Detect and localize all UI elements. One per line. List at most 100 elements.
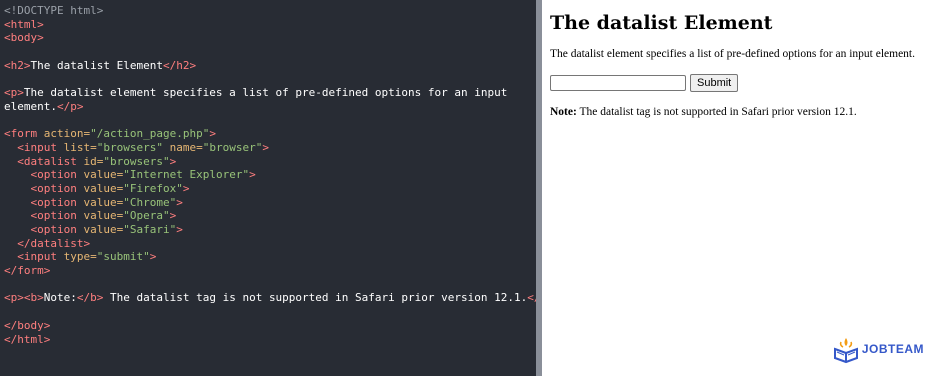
code-line[interactable]: <option value="Opera">: [4, 209, 536, 223]
code-line[interactable]: </body>: [4, 319, 536, 333]
code-token-val: "browsers": [103, 154, 170, 168]
note-label: Note:: [550, 106, 577, 118]
code-token-attr: name=: [162, 140, 203, 154]
code-token-attr: value=: [83, 195, 124, 209]
code-token-tag: >: [176, 195, 183, 209]
result-pane: The datalist Element The datalist elemen…: [542, 0, 946, 376]
code-token-val: "/action_page.php": [90, 127, 210, 141]
code-token-attr: value=: [83, 209, 124, 223]
code-line[interactable]: <body>: [4, 31, 536, 45]
code-line[interactable]: element.</p>: [4, 100, 536, 114]
code-token-tag: >: [149, 250, 157, 264]
code-line[interactable]: ​: [4, 278, 536, 292]
code-line[interactable]: </form>: [4, 264, 536, 278]
code-token-tag: >: [176, 223, 183, 236]
code-token-attr: type=: [63, 250, 97, 264]
code-token-tag: </html>: [4, 332, 51, 346]
code-token-text: The datalist tag is not supported in Saf…: [103, 291, 528, 305]
code-token-tag: <datalist: [17, 154, 84, 168]
code-token-tag: <body>: [4, 31, 44, 45]
code-token-val: "submit": [96, 250, 150, 264]
submit-button[interactable]: Submit: [690, 74, 739, 92]
code-line[interactable]: <option value="Safari">: [4, 223, 536, 237]
code-line[interactable]: <h2>The datalist Element</h2>: [4, 59, 536, 73]
code-line[interactable]: ​: [4, 114, 536, 128]
code-token-attr: value=: [83, 168, 124, 182]
code-token-text: The datalist element specifies a list of…: [23, 86, 508, 100]
code-token-doctype: <!DOCTYPE html>: [4, 4, 104, 17]
code-token-attr: value=: [83, 181, 124, 195]
code-token-attr: id=: [83, 154, 104, 168]
code-token-tag: >: [209, 127, 216, 141]
result-note: Note: The datalist tag is not supported …: [550, 106, 946, 118]
code-token-tag: <option: [30, 223, 84, 236]
code-token-tag: </form>: [4, 264, 51, 278]
code-token-tag: </h2>: [162, 58, 197, 72]
code-token-tag: <option: [30, 181, 84, 195]
code-line[interactable]: <html>: [4, 18, 536, 32]
code-token-tag: <option: [30, 168, 84, 182]
code-token-tag: <p><b>: [4, 291, 44, 305]
code-line[interactable]: <p>The datalist element specifies a list…: [4, 86, 536, 100]
code-line[interactable]: ​: [4, 305, 536, 319]
code-token-tag: <option: [30, 195, 84, 209]
code-line[interactable]: <datalist id="browsers">: [4, 155, 536, 169]
code-token-tag: <input: [17, 140, 64, 154]
code-token-tag: <h2>: [4, 58, 31, 72]
code-token-tag: >: [169, 154, 177, 168]
code-line[interactable]: <!DOCTYPE html>: [4, 4, 536, 18]
code-token-tag: </p>: [56, 99, 84, 113]
code-line[interactable]: <option value="Internet Explorer">: [4, 168, 536, 182]
browser-input[interactable]: [550, 75, 686, 91]
code-token-tag: </body>: [4, 318, 51, 332]
code-token-attr: list=: [63, 140, 97, 154]
code-token-tag: >: [182, 181, 190, 195]
code-token-tag: </b>: [76, 291, 104, 305]
code-token-tag: </datalist>: [17, 236, 91, 250]
code-line[interactable]: ​: [4, 45, 536, 59]
note-text: The datalist tag is not supported in Saf…: [576, 106, 857, 118]
code-line[interactable]: <option value="Firefox">: [4, 182, 536, 196]
code-line[interactable]: </datalist>: [4, 237, 536, 251]
code-token-text: element.: [4, 99, 57, 113]
code-token-tag: </p>: [527, 291, 536, 305]
code-token-tag: >: [169, 209, 177, 223]
jobteam-logo: JOBTEAM: [833, 334, 924, 364]
code-editor[interactable]: <!DOCTYPE html><html><body>​<h2>The data…: [0, 0, 536, 376]
code-line[interactable]: <form action="/action_page.php">: [4, 127, 536, 141]
code-token-text: Note:: [43, 291, 77, 305]
code-line[interactable]: <p><b>Note:</b> The datalist tag is not …: [4, 291, 536, 305]
code-token-val: "Safari": [123, 223, 177, 236]
result-description: The datalist element specifies a list of…: [550, 48, 916, 60]
code-line[interactable]: <input list="browsers" name="browser">: [4, 141, 536, 155]
code-token-text: The datalist Element: [30, 58, 163, 72]
result-heading: The datalist Element: [550, 12, 773, 34]
result-form: Submit: [550, 74, 946, 92]
code-token-tag: <form: [4, 127, 44, 141]
code-token-val: "browser": [202, 140, 263, 154]
code-token-val: "Internet Explorer": [123, 168, 250, 182]
book-logo-icon: [833, 338, 858, 364]
code-token-val: "Firefox": [123, 181, 183, 195]
code-line[interactable]: </html>: [4, 333, 536, 347]
code-token-attr: action=: [43, 127, 91, 141]
code-line[interactable]: ​: [4, 72, 536, 86]
code-token-tag: <input: [17, 250, 64, 264]
code-token-tag: >: [249, 168, 256, 182]
logo-text: JOBTEAM: [861, 342, 924, 356]
code-token-tag: >: [262, 140, 269, 154]
code-token-tag: <p>: [4, 86, 24, 100]
code-line[interactable]: <option value="Chrome">: [4, 196, 536, 210]
code-token-tag: <html>: [4, 17, 44, 31]
code-token-attr: value=: [83, 223, 124, 236]
code-line[interactable]: <input type="submit">: [4, 250, 536, 264]
code-token-tag: <option: [30, 209, 84, 223]
